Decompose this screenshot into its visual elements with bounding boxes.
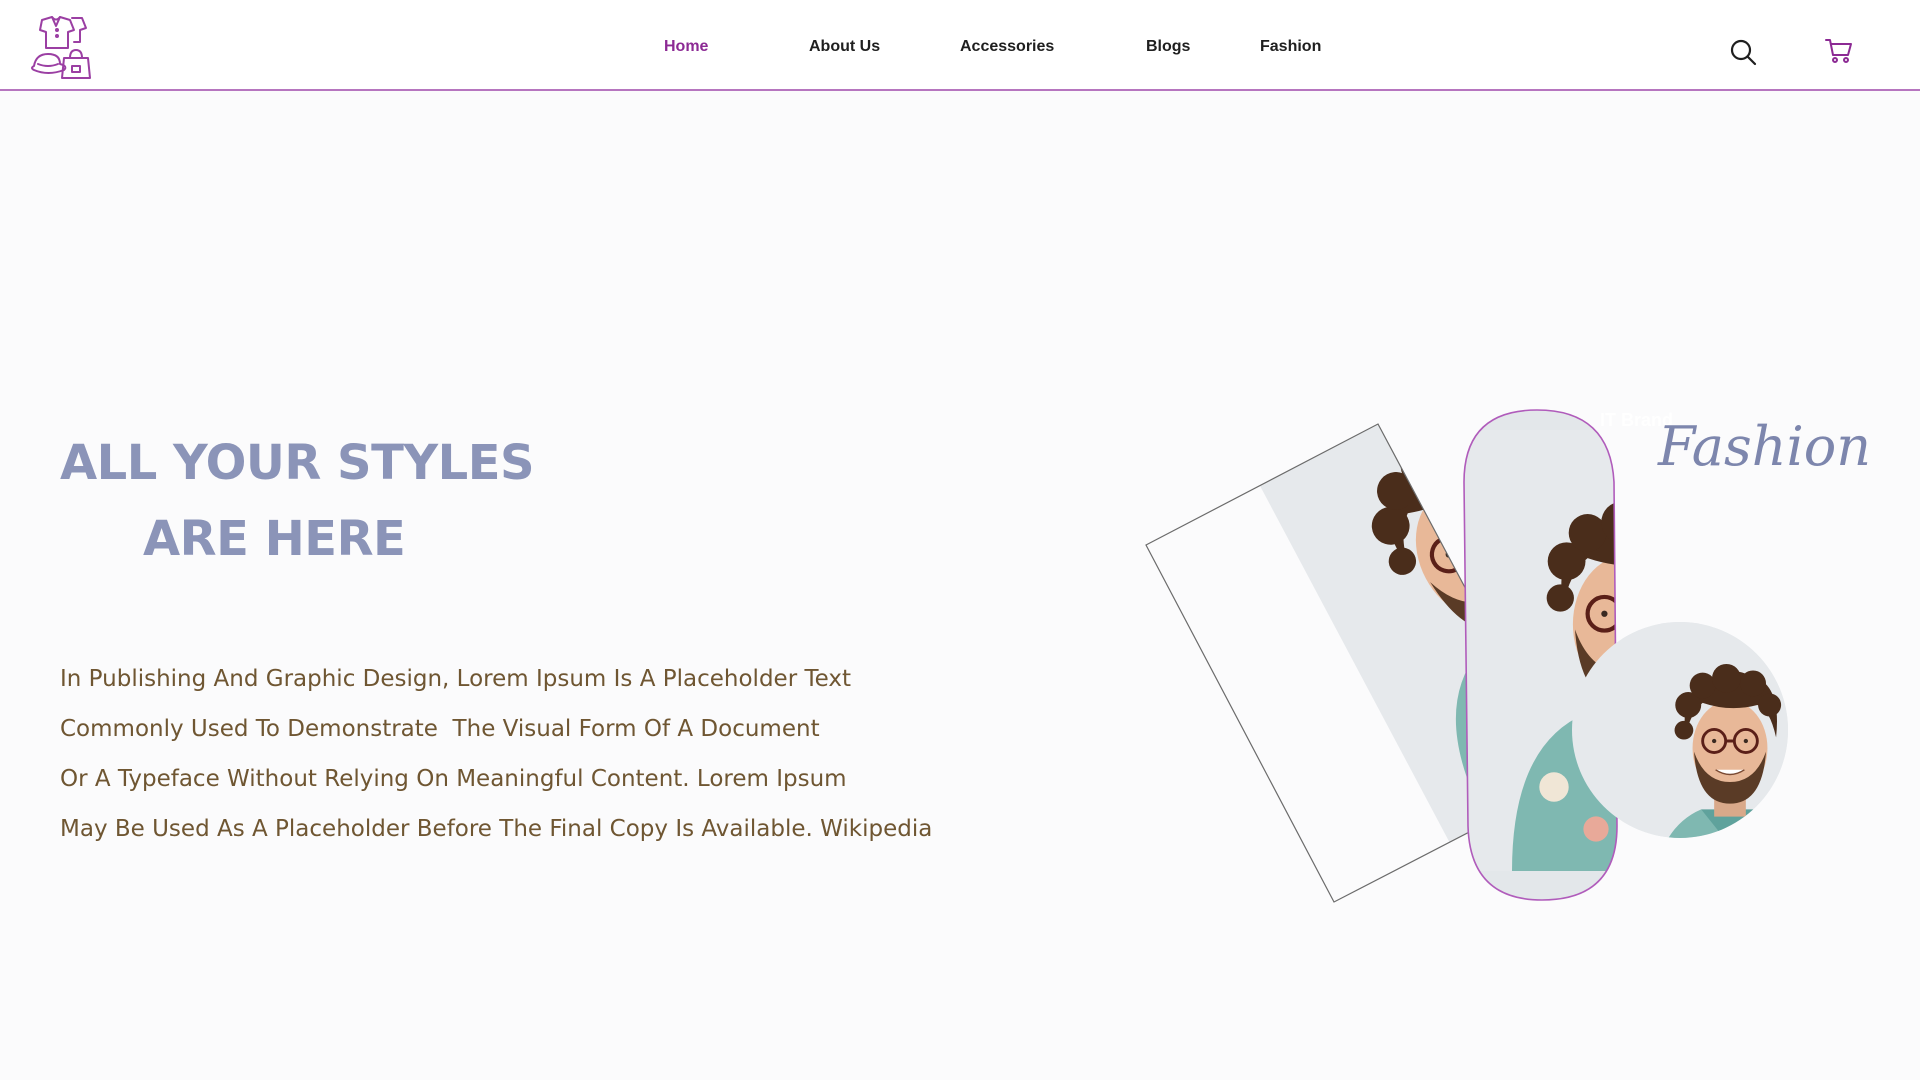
hero-description-line: May Be Used As A Placeholder Before The … [60, 816, 933, 842]
hero-description: In Publishing And Graphic Design, Lorem … [60, 654, 960, 854]
hero-title-line-2: ARE HERE [143, 511, 406, 567]
nav-about-link[interactable]: About Us [809, 38, 880, 56]
hero-title-line-1: ALL YOUR STYLES [60, 435, 535, 491]
circle-portrait-photo [1572, 622, 1788, 838]
site-header: Home About Us Accessories Blogs Fashion [0, 0, 1920, 91]
hero-description-line: In Publishing And Graphic Design, Lorem … [60, 666, 851, 692]
fashion-script-label: Fashion [1658, 415, 1872, 478]
nav-fashion-link[interactable]: Fashion [1260, 38, 1321, 56]
nav-accessories-link[interactable]: Accessories [960, 38, 1054, 56]
main-navigation: Home About Us Accessories Blogs Fashion [0, 0, 1920, 91]
search-icon[interactable] [1729, 38, 1757, 66]
nav-home-link[interactable]: Home [664, 38, 708, 56]
hero-description-line: Commonly Used To Demonstrate The Visual … [60, 716, 820, 742]
model-photo-collage [1145, 409, 1788, 903]
nav-blogs-link[interactable]: Blogs [1146, 38, 1190, 56]
hero-description-line: Or A Typeface Without Relying On Meaning… [60, 766, 847, 792]
shopping-cart-icon[interactable] [1825, 38, 1853, 64]
hero-title: ALL YOUR STYLES ARE HERE [60, 425, 535, 577]
